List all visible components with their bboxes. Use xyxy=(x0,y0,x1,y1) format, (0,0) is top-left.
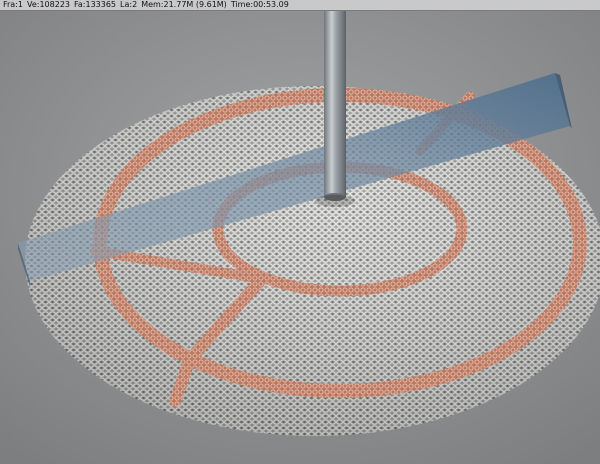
render-status-bar: Fra:1 Ve:108223 Fa:133365 La:2 Mem:21.77… xyxy=(0,0,600,11)
frame-counter: Fra:1 xyxy=(3,0,23,9)
face-count: Fa:133365 xyxy=(74,0,117,9)
render-viewport xyxy=(0,11,600,464)
render-time: Time:00:53.09 xyxy=(230,0,289,9)
lamp-count: La:2 xyxy=(120,0,138,9)
vertex-count: Ve:108223 xyxy=(27,0,71,9)
render-window: Fra:1 Ve:108223 Fa:133365 La:2 Mem:21.77… xyxy=(0,0,600,464)
rendered-scene xyxy=(0,11,600,464)
memory-usage: Mem:21.77M (9.61M) xyxy=(141,0,227,9)
